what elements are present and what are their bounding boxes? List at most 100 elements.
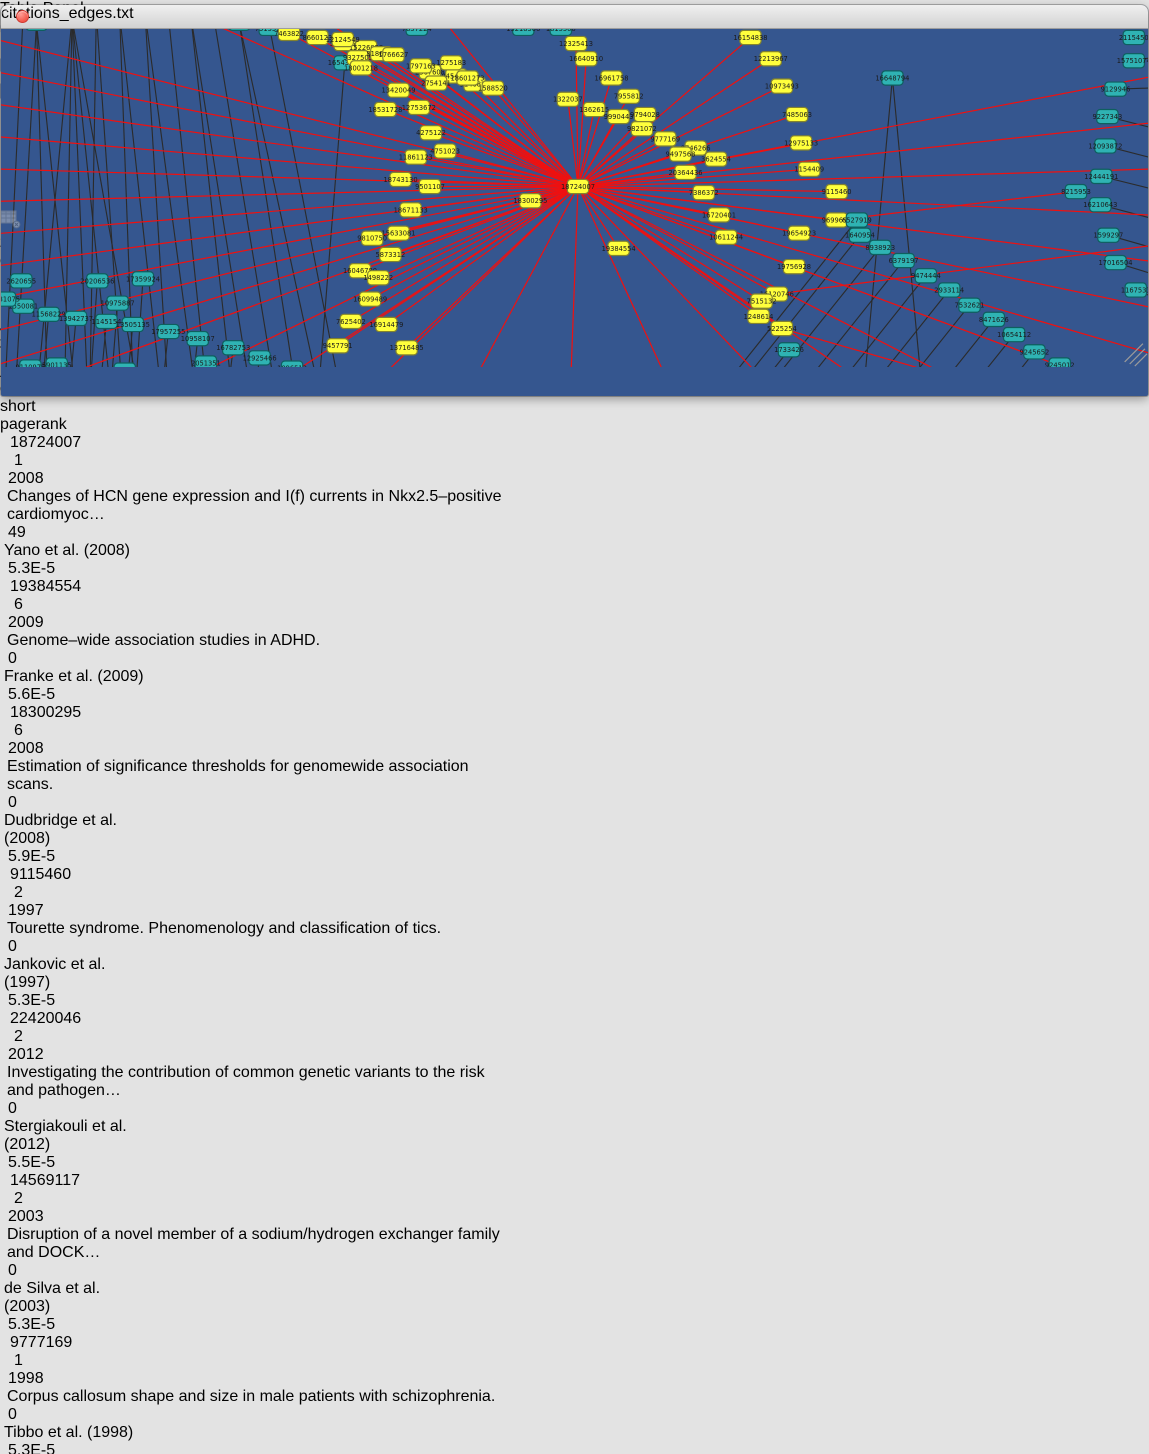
minimize-window-button[interactable] [36,10,49,23]
graph-node[interactable]: 12213967 [754,52,788,66]
graph-node[interactable]: 6527919 [842,213,872,227]
graph-node[interactable]: 1599297 [1094,228,1124,242]
citation-edge-red [578,187,691,368]
graph-node-label: 10611244 [709,234,743,242]
graph-node[interactable]: 8471626 [979,312,1009,326]
graph-node[interactable]: 18743130 [384,172,418,186]
graph-node[interactable]: 2620655 [6,274,36,288]
graph-node[interactable]: 9245012 [1045,358,1075,367]
graph-node[interactable]: 19384554 [602,241,636,255]
graph-node[interactable]: 1733426 [774,343,804,357]
zoom-window-button[interactable] [1,10,14,23]
graph-node[interactable]: 9501107 [415,179,445,193]
graph-node[interactable]: 1766627 [379,48,409,62]
graph-node[interactable]: 16640910 [569,52,603,66]
graph-node[interactable]: 9457791 [323,339,353,353]
graph-node-label: 12444191 [1084,173,1118,181]
graph-node[interactable]: 9474444 [911,269,941,283]
graph-node[interactable]: 3624554 [701,152,731,166]
graph-node[interactable]: 17359924 [126,272,160,286]
graph-node[interactable]: 16099489 [353,292,387,306]
graph-node[interactable]: 1154409 [794,162,824,176]
graph-node[interactable]: 9821072 [627,122,657,136]
graph-node[interactable]: 7625402 [336,314,366,328]
graph-node[interactable]: 16210643 [1083,198,1117,212]
graph-node[interactable]: 10973493 [765,79,799,93]
graph-node[interactable]: 2051351 [191,356,221,367]
graph-node[interactable]: 15751074 [1117,54,1148,68]
graph-node[interactable]: 16154838 [733,30,767,44]
graph-node[interactable]: 9794028 [630,107,660,121]
graph-node[interactable]: 1275183 [436,56,466,70]
graph-node[interactable]: 9115460 [822,185,852,199]
graph-node[interactable]: 1248614 [744,309,774,323]
table-row[interactable]: 1456911722003Disruption of a novel membe… [0,1172,1149,1334]
graph-node[interactable]: 13716485 [390,341,424,355]
graph-node[interactable]: 4751023 [430,144,460,158]
graph-node[interactable]: 10611244 [709,230,743,244]
graph-node[interactable]: 9227343 [1093,109,1123,123]
graph-node[interactable]: 1498222 [363,271,393,285]
graph-node[interactable]: 8215953 [1061,185,1091,199]
graph-node[interactable]: 16648794 [875,71,909,85]
graph-node[interactable]: 9777169 [650,132,680,146]
graph-node[interactable]: 12093872 [1088,139,1122,153]
window-title: citations_edges.txt [1,5,1148,23]
graph-node[interactable]: 4275122 [416,126,446,140]
graph-node[interactable]: 16720401 [702,208,736,222]
cell-name: 19384554 [0,578,102,596]
graph-node[interactable]: 7386372 [689,186,719,200]
graph-node[interactable]: 12975133 [784,136,818,150]
table-row[interactable]: 1938455462009Genome–wide association stu… [0,578,1149,704]
graph-node[interactable]: 2115450 [1119,30,1148,44]
graph-node[interactable]: 1322037 [553,92,583,106]
graph-node[interactable]: 7485063 [782,107,812,121]
graph-node[interactable]: 9129946 [1101,82,1131,96]
graph-node[interactable]: 9245652 [1020,345,1050,359]
graph-node[interactable]: 16961758 [594,71,628,85]
graph-node[interactable]: 20206536 [80,274,114,288]
column-header-pagerank[interactable]: pagerank [0,416,146,434]
graph-node[interactable]: 2933114 [934,283,964,297]
graph-node-label: 1588520 [478,85,508,93]
close-window-button[interactable] [16,10,29,23]
graph-node[interactable]: 9810750 [357,231,387,245]
network-canvas[interactable]: 1405575181506820691406961315780317511065… [1,5,1148,372]
graph-node[interactable]: 1096513 [277,361,307,367]
graph-node[interactable]: 1097550 [110,363,140,367]
graph-node[interactable]: 12325413 [559,36,593,50]
graph-node[interactable]: 16782753 [216,341,250,355]
table-row[interactable]: 1830029562008Estimation of significance … [0,704,1149,866]
graph-node[interactable]: 9110975 [16,360,46,367]
graph-node[interactable]: 8938923 [865,240,895,254]
graph-node[interactable]: 1167533 [1121,283,1148,297]
graph-node[interactable]: 1588520 [478,81,508,95]
graph-node[interactable]: 9497568 [666,147,696,161]
graph-node[interactable]: 7955812 [614,89,644,103]
graph-node[interactable]: 1797163 [406,59,436,73]
graph-node[interactable]: 5873312 [376,247,406,261]
graph-node[interactable]: 10958107 [181,332,215,346]
graph-node[interactable]: 10654112 [997,327,1031,341]
graph-node[interactable]: 12925466 [243,351,277,365]
table-row[interactable]: 977716911998Corpus callosum shape and si… [0,1334,1149,1454]
graph-node[interactable]: 18671133 [394,203,428,217]
graph-node-label: 9227343 [1093,113,1123,121]
graph-node-label: 16640910 [569,55,603,63]
table-row[interactable]: 1872400712008Changes of HCN gene express… [0,434,1149,578]
graph-node[interactable]: 7532621 [955,298,985,312]
graph-node[interactable]: 6379197 [889,253,919,267]
graph-node[interactable]: 2754141 [421,76,451,90]
graph-node[interactable]: 5901135 [42,358,72,367]
graph-node[interactable]: 9990443 [604,109,634,123]
cell-title: Changes of HCN gene expression and I(f) … [0,488,504,524]
table-row[interactable]: 911546021997Tourette syndrome. Phenomeno… [0,866,1149,1010]
graph-node[interactable]: 7515132 [747,294,777,308]
graph-node[interactable]: 5225254 [767,321,797,335]
graph-node[interactable]: 19654923 [782,226,816,240]
window-titlebar[interactable]: citations_edges.txt [1,5,1148,29]
table-row[interactable]: 2242004622012Investigating the contribut… [0,1010,1149,1172]
graph-node-label: 6527919 [842,216,872,224]
column-header-short[interactable]: short [0,398,140,416]
graph-node[interactable]: 1640954 [845,228,875,242]
